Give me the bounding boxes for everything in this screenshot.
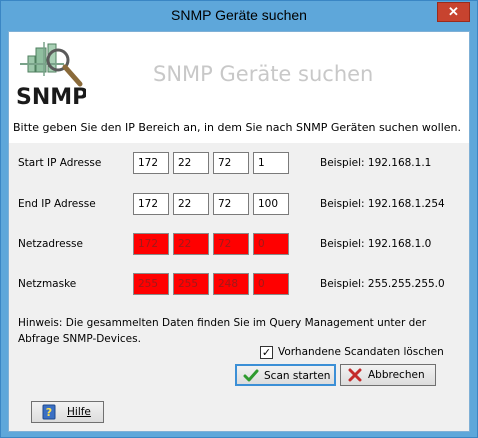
- close-button[interactable]: ✕: [437, 2, 470, 22]
- window-title: SNMP Geräte suchen: [171, 7, 307, 23]
- network-address-example: Beispiel: 192.168.1.0: [320, 238, 432, 250]
- help-label: Hilfe: [67, 406, 91, 418]
- cancel-label: Abbrechen: [368, 369, 425, 381]
- delete-scandata-checkbox[interactable]: ✓: [260, 346, 273, 359]
- snmp-logo-icon: SNMP: [16, 42, 86, 108]
- scan-start-label: Scan starten: [264, 370, 331, 382]
- start-ip-label: Start IP Adresse: [18, 157, 102, 169]
- start-ip-octet-1[interactable]: 172: [133, 152, 169, 174]
- network-address-row: Netzadresse 172 22 72 0 Beispiel: 192.16…: [9, 233, 469, 255]
- delete-scandata-label[interactable]: Vorhandene Scandaten löschen: [278, 346, 444, 358]
- netmask-octet-2: 255: [173, 273, 209, 295]
- netmask-row: Netzmaske 255 255 248 0 Beispiel: 255.25…: [9, 273, 469, 295]
- checkmark-icon: [243, 369, 259, 382]
- help-button[interactable]: ? Hilfe: [31, 401, 104, 423]
- end-ip-octet-4[interactable]: 100: [253, 193, 289, 215]
- end-ip-octet-2[interactable]: 22: [173, 193, 209, 215]
- network-address-octet-3: 72: [213, 233, 249, 255]
- hint-text: Hinweis: Die gesammelten Daten finden Si…: [18, 317, 427, 345]
- header-panel: SNMP SNMP Geräte suchen Bitte geben Sie …: [9, 32, 469, 143]
- question-book-icon: ?: [42, 404, 56, 420]
- title-bar[interactable]: SNMP Geräte suchen ✕: [1, 1, 477, 31]
- network-address-octet-1: 172: [133, 233, 169, 255]
- start-ip-row: Start IP Adresse 172 22 72 1 Beispiel: 1…: [9, 152, 469, 174]
- header-title: SNMP Geräte suchen: [153, 62, 374, 86]
- end-ip-octet-1[interactable]: 172: [133, 193, 169, 215]
- end-ip-example: Beispiel: 192.168.1.254: [320, 198, 445, 210]
- instruction-text: Bitte geben Sie den IP Bereich an, in de…: [13, 121, 461, 134]
- netmask-octet-3: 248: [213, 273, 249, 295]
- x-mark-icon: [348, 368, 362, 382]
- network-address-label: Netzadresse: [18, 238, 83, 250]
- logo-text: SNMP: [16, 85, 86, 108]
- start-ip-example: Beispiel: 192.168.1.1: [320, 157, 432, 169]
- netmask-octet-1: 255: [133, 273, 169, 295]
- start-ip-octet-4[interactable]: 1: [253, 152, 289, 174]
- end-ip-label: End IP Adresse: [18, 198, 96, 210]
- dialog-window: SNMP Geräte suchen ✕ SNMP SNMP Geräte su…: [0, 0, 478, 438]
- scan-start-button[interactable]: Scan starten: [235, 364, 336, 386]
- start-ip-octet-2[interactable]: 22: [173, 152, 209, 174]
- network-address-octet-2: 22: [173, 233, 209, 255]
- end-ip-row: End IP Adresse 172 22 72 100 Beispiel: 1…: [9, 193, 469, 215]
- dialog-client-area: SNMP SNMP Geräte suchen Bitte geben Sie …: [8, 31, 470, 432]
- netmask-label: Netzmaske: [18, 278, 77, 290]
- network-address-octet-4: 0: [253, 233, 289, 255]
- cancel-button[interactable]: Abbrechen: [340, 364, 436, 386]
- netmask-example: Beispiel: 255.255.255.0: [320, 278, 445, 290]
- svg-text:?: ?: [46, 406, 52, 419]
- start-ip-octet-3[interactable]: 72: [213, 152, 249, 174]
- end-ip-octet-3[interactable]: 72: [213, 193, 249, 215]
- netmask-octet-4: 0: [253, 273, 289, 295]
